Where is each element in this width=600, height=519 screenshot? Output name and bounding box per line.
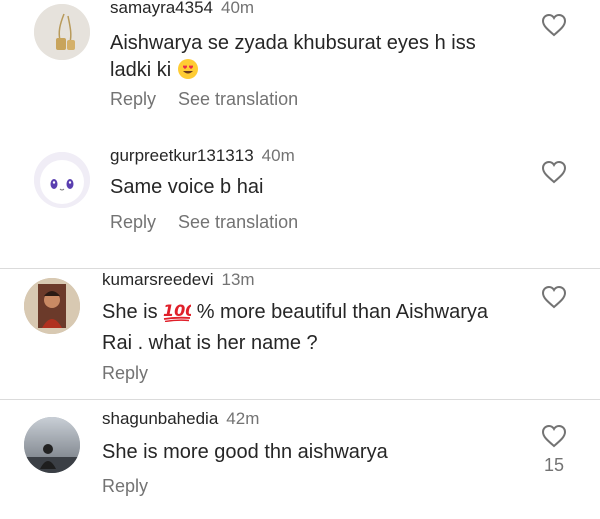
comment-text-line: She is 100 % more beautiful than Aishwar…: [102, 299, 542, 330]
comment-text: She is 100 % more beautiful than Aishwar…: [102, 299, 542, 357]
username[interactable]: kumarsreedevi: [102, 270, 214, 289]
comment-meta: samayra4354 40m: [110, 0, 254, 18]
comment-meta: shagunbahedia 42m: [102, 409, 259, 429]
avatar[interactable]: [34, 4, 90, 60]
reply-button[interactable]: Reply: [110, 212, 156, 232]
comment-meta: gurpreetkur131313 40m: [110, 146, 295, 166]
avatar[interactable]: [24, 278, 80, 334]
timestamp: 42m: [226, 409, 260, 428]
comment-item: shagunbahedia 42m She is more good thn ai…: [0, 399, 600, 519]
like-heart-icon[interactable]: [541, 160, 567, 184]
comment-text-line: Rai . what is her name ?: [102, 332, 318, 354]
comment-text: She is more good thn aishwarya: [102, 441, 388, 463]
comment-text: Aishwarya se zyada khubsurat eyes h iss …: [110, 30, 530, 88]
comment-item: gurpreetkur131313 40m Same voice b hai Re…: [0, 130, 600, 265]
like-heart-icon[interactable]: [541, 285, 567, 309]
reply-button[interactable]: Reply: [110, 89, 156, 109]
reply-button[interactable]: Reply: [102, 476, 148, 496]
username[interactable]: shagunbahedia: [102, 409, 218, 428]
heart-eyes-emoji: [177, 58, 199, 88]
comment-item: samayra4354 40m Aishwarya se zyada khubsu…: [0, 0, 600, 130]
reply-button[interactable]: Reply: [102, 363, 148, 383]
avatar[interactable]: [34, 152, 90, 208]
timestamp: 40m: [261, 146, 295, 165]
like-count: 15: [543, 455, 565, 475]
comment-text-fragment: ladki ki: [110, 59, 172, 81]
comment-actions: Reply See translation: [110, 88, 298, 110]
timestamp: 40m: [221, 0, 255, 17]
comment-actions: Reply See translation: [110, 211, 298, 233]
see-translation-button[interactable]: See translation: [178, 212, 298, 232]
see-translation-button[interactable]: See translation: [178, 89, 298, 109]
timestamp: 13m: [221, 270, 255, 289]
hundred-points-emoji: 100: [163, 300, 197, 330]
like-heart-icon[interactable]: [541, 424, 567, 448]
comment-actions: Reply: [102, 362, 148, 384]
comment-text: Same voice b hai: [110, 176, 264, 198]
username[interactable]: samayra4354: [110, 0, 213, 17]
comment-actions: Reply: [102, 475, 148, 497]
comment-item: kumarsreedevi 13m She is 100 % more beaut…: [0, 268, 600, 398]
username[interactable]: gurpreetkur131313: [110, 146, 254, 165]
comment-text-fragment: She is: [102, 301, 164, 323]
comment-text-fragment: % more beautiful than Aishwarya: [191, 301, 488, 323]
like-heart-icon[interactable]: [541, 13, 567, 37]
comment-meta: kumarsreedevi 13m: [102, 270, 255, 290]
avatar[interactable]: [24, 417, 80, 473]
comment-text-line: Aishwarya se zyada khubsurat eyes h iss: [110, 32, 476, 54]
comment-text-line: ladki ki: [110, 57, 530, 88]
